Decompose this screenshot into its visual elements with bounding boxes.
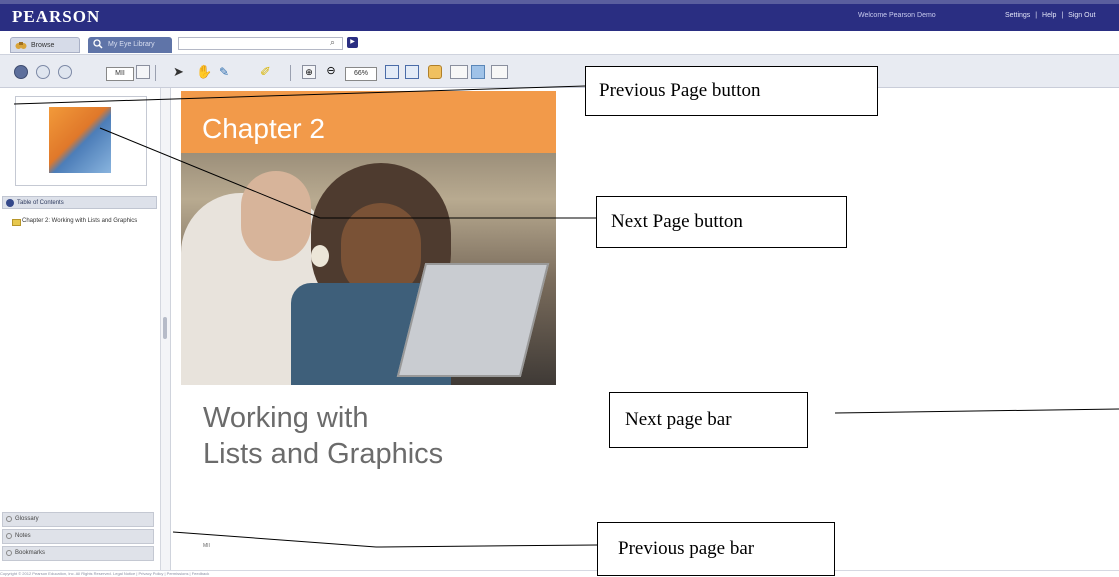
collapse-icon xyxy=(6,199,14,207)
top-header-bar: PEARSON Welcome Pearson Demo Settings | … xyxy=(0,0,1119,31)
callout-previous-page-bar: Previous page bar xyxy=(597,522,835,576)
pen-icon[interactable]: ✎ xyxy=(219,65,233,79)
print-icon[interactable] xyxy=(491,65,508,79)
book-cover-image xyxy=(49,107,111,173)
book-page: Chapter 2 Working with Lists and Graphic… xyxy=(181,88,556,570)
bookmark-icon[interactable] xyxy=(428,65,442,79)
callout-next-page-bar: Next page bar xyxy=(609,392,808,448)
page-number-input[interactable]: MII xyxy=(106,67,134,81)
toc-item-chapter-2[interactable]: Chapter 2: Working with Lists and Graphi… xyxy=(22,218,152,225)
go-button[interactable]: ▶ xyxy=(347,37,358,48)
magnifier-icon xyxy=(93,39,103,49)
header-links: Settings | Help | Sign Out xyxy=(1005,12,1098,19)
zoom-out-icon[interactable]: ⊖ xyxy=(324,65,338,79)
previous-page-button[interactable] xyxy=(36,65,50,79)
subtitle-line-1: Working with xyxy=(203,402,369,434)
highlighter-icon[interactable]: ✐ xyxy=(260,65,274,79)
chapter-band: Chapter 2 xyxy=(181,91,556,153)
next-page-button[interactable] xyxy=(58,65,72,79)
fit-width-icon[interactable] xyxy=(385,65,399,79)
zoom-level-input[interactable]: 66% xyxy=(345,67,377,81)
link-separator: | xyxy=(1061,12,1064,19)
binoculars-icon xyxy=(15,42,27,49)
chapter-photo xyxy=(181,153,556,385)
folder-icon xyxy=(12,219,21,226)
tab-search-label: My Eye Library xyxy=(108,41,155,48)
toc-header-label: Table of Contents xyxy=(17,200,64,206)
photo-shape xyxy=(241,171,311,261)
callout-previous-page-button: Previous Page button xyxy=(585,66,878,116)
welcome-text: Welcome Pearson Demo xyxy=(858,12,936,19)
splitter-grip[interactable] xyxy=(163,317,167,339)
sign-out-link[interactable]: Sign Out xyxy=(1068,12,1095,19)
panel-bookmarks[interactable]: Bookmarks xyxy=(2,546,154,561)
photo-shape xyxy=(311,245,329,267)
toolbar-separator xyxy=(290,65,291,81)
tab-search[interactable]: My Eye Library xyxy=(88,37,172,53)
callout-next-page-button: Next Page button xyxy=(596,196,847,248)
reader-toolbar: MII ➤ ✋ ✎ ✐ ⊕ ⊖ 66% xyxy=(0,54,1119,88)
two-page-view-icon[interactable] xyxy=(450,65,468,79)
settings-link[interactable]: Settings xyxy=(1005,12,1030,19)
hand-pan-icon[interactable]: ✋ xyxy=(196,65,212,79)
search-input[interactable] xyxy=(178,37,343,50)
link-separator: | xyxy=(1035,12,1038,19)
panel-notes[interactable]: Notes xyxy=(2,529,154,544)
page-number: MII xyxy=(203,543,210,549)
toc-header[interactable]: Table of Contents xyxy=(2,196,157,209)
chapter-subtitle: Working with Lists and Graphics xyxy=(203,400,443,472)
tab-browse-label: Browse xyxy=(31,42,55,49)
toolbar-separator xyxy=(155,65,156,81)
highlight-tool-icon[interactable] xyxy=(471,65,485,79)
sidebar-splitter[interactable] xyxy=(161,88,171,570)
subtitle-line-2: Lists and Graphics xyxy=(203,438,444,470)
thumbnail-grid-icon[interactable] xyxy=(136,65,150,79)
tab-row: Browse My Eye Library xyxy=(0,31,1119,54)
search-icon[interactable]: ⌕ xyxy=(330,37,335,48)
pearson-logo: PEARSON xyxy=(12,7,101,26)
left-sidebar: Table of Contents Chapter 2: Working wit… xyxy=(0,88,161,570)
home-icon[interactable] xyxy=(14,65,28,79)
page-thumbnail[interactable] xyxy=(15,96,147,186)
callout-line-next-page-bar xyxy=(834,408,1119,414)
tab-browse[interactable]: Browse xyxy=(10,37,80,53)
fit-page-icon[interactable] xyxy=(405,65,419,79)
chapter-title: Chapter 2 xyxy=(202,113,325,144)
zoom-in-icon[interactable]: ⊕ xyxy=(302,65,316,79)
help-link[interactable]: Help xyxy=(1042,12,1056,19)
select-arrow-icon[interactable]: ➤ xyxy=(173,65,187,79)
panel-glossary[interactable]: Glossary xyxy=(2,512,154,527)
